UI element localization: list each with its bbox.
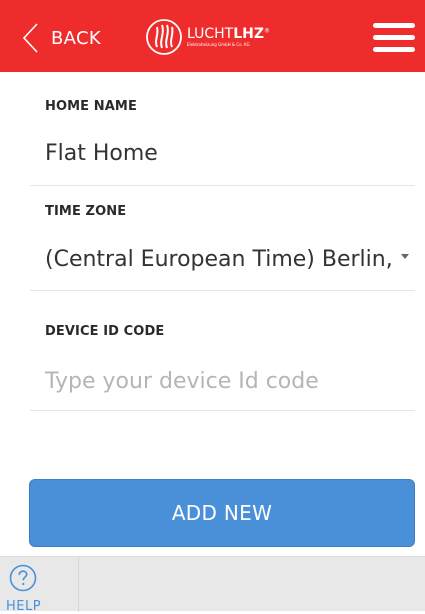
logo-registered-mark: ® [264, 27, 271, 35]
logo-brand-light: LUCHT [187, 26, 234, 42]
time-zone-label: TIME ZONE [45, 204, 127, 219]
add-new-button[interactable]: ADD NEW [29, 479, 415, 547]
flame-logo-icon [146, 19, 182, 55]
home-name-field[interactable]: Flat Home [45, 141, 158, 166]
time-zone-select[interactable]: (Central European Time) Berlin, [45, 247, 393, 272]
help-label: HELP [6, 599, 42, 614]
device-id-underline [30, 410, 415, 411]
back-button[interactable]: BACK [20, 18, 101, 58]
help-tab[interactable]: HELP [0, 557, 80, 614]
chevron-left-icon [22, 23, 38, 53]
time-zone-underline [30, 290, 415, 291]
select-dropdown-arrow-icon [401, 254, 409, 259]
hamburger-menu-icon[interactable] [373, 23, 415, 53]
app-header: BACK LUCHTLHZ® Elektroheizung GmbH & Co.… [0, 0, 425, 72]
device-id-input[interactable] [45, 364, 405, 398]
back-label: BACK [51, 27, 101, 49]
help-circle-icon [9, 564, 37, 592]
home-name-underline [30, 185, 415, 186]
tab-divider [78, 557, 79, 612]
lucht-lhz-logo: LUCHTLHZ® Elektroheizung GmbH & Co. KG [145, 19, 270, 55]
bottom-tab-bar: HELP [0, 556, 425, 614]
logo-subtitle: Elektroheizung GmbH & Co. KG [187, 42, 250, 47]
home-name-label: HOME NAME [45, 99, 137, 114]
device-id-label: DEVICE ID CODE [45, 324, 165, 339]
logo-brand-bold: LHZ [233, 26, 265, 42]
